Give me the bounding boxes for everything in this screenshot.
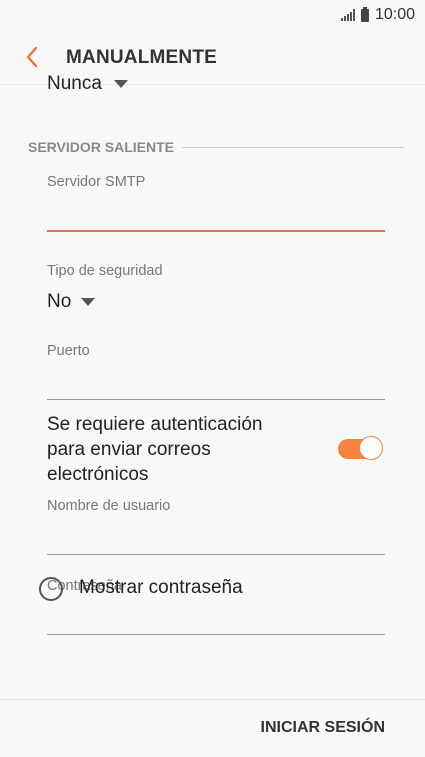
port-label: Puerto xyxy=(47,343,90,359)
section-title: SERVIDOR SALIENTE xyxy=(28,139,174,155)
auth-toggle[interactable] xyxy=(338,436,383,462)
section-divider xyxy=(182,146,404,148)
auth-required-label: Se requiere autenticación para enviar co… xyxy=(47,414,263,485)
battery-icon xyxy=(360,6,369,22)
security-type-value: No xyxy=(47,291,72,312)
security-type-label: Tipo de seguridad xyxy=(47,263,163,279)
username-input-underline xyxy=(47,554,385,555)
smtp-label: Servidor SMTP xyxy=(47,174,146,190)
status-bar: 10:00 xyxy=(0,0,425,32)
partial-dropdown[interactable]: Nunca xyxy=(47,73,128,95)
page-title: MANUALMENTE xyxy=(66,47,218,68)
back-arrow-icon xyxy=(26,46,38,68)
username-label: Nombre de usuario xyxy=(47,498,171,514)
section-header-outgoing: SERVIDOR SALIENTE xyxy=(28,139,404,155)
dropdown-arrow-icon xyxy=(113,80,128,88)
port-input-underline xyxy=(47,399,385,400)
clock: 10:00 xyxy=(374,6,415,23)
security-type-dropdown[interactable]: No xyxy=(47,291,96,313)
sign-in-button[interactable]: INICIAR SESIÓN xyxy=(261,719,385,737)
status-icons: 10:00 xyxy=(340,6,415,24)
signal-icon xyxy=(340,9,355,21)
password-input-underline xyxy=(47,634,385,635)
bottom-bar: INICIAR SESIÓN xyxy=(0,699,425,757)
partial-dropdown-value: Nunca xyxy=(47,73,102,94)
show-password-radio[interactable] xyxy=(39,577,63,601)
show-password-label[interactable]: Mostrar contraseña xyxy=(79,577,243,599)
smtp-input-underline xyxy=(47,230,385,232)
toggle-knob xyxy=(359,436,383,460)
dropdown-arrow-icon xyxy=(81,298,96,306)
back-button[interactable] xyxy=(22,44,44,70)
